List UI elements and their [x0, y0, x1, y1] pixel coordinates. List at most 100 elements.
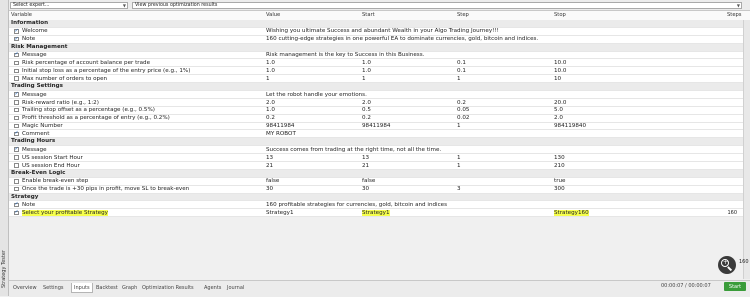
cell-stop[interactable]: 10.0: [554, 68, 566, 74]
tab-agents[interactable]: Agents: [202, 283, 223, 292]
cell-value[interactable]: Strategy1: [266, 210, 294, 216]
col-steps[interactable]: Steps: [727, 12, 742, 18]
col-start[interactable]: Start: [362, 12, 375, 18]
cell-start[interactable]: 1: [362, 76, 366, 82]
cell-step[interactable]: 1: [457, 155, 461, 161]
optimize-checkbox[interactable]: [14, 91, 19, 97]
section-header[interactable]: Information: [9, 20, 744, 28]
view-results-select[interactable]: View previous optimization results ▼: [132, 1, 742, 9]
table-row[interactable]: Risk-reward ratio (e.g., 1:2) 2.0 2.0 0.2 20…: [9, 99, 744, 107]
col-value[interactable]: Value: [266, 12, 280, 18]
table-row[interactable]: US session Start Hour 13 13 1 130: [9, 154, 744, 163]
cell-value[interactable]: false: [266, 178, 279, 184]
cell-start[interactable]: Strategy1: [362, 209, 390, 216]
cell-value[interactable]: 1.0: [266, 68, 275, 74]
cell-value[interactable]: MY ROBOT: [266, 131, 296, 137]
table-row[interactable]: Enable break-even step false false true: [9, 178, 744, 186]
optimize-checkbox[interactable]: [14, 130, 19, 137]
cell-step[interactable]: 1: [457, 76, 461, 82]
cell-stop[interactable]: Strategy160: [554, 209, 589, 216]
cell-start[interactable]: 13: [362, 155, 369, 161]
cell-step[interactable]: 0.1: [457, 60, 466, 66]
cell-stop[interactable]: 210: [554, 163, 565, 169]
cell-start[interactable]: 0.2: [362, 115, 371, 121]
cell-stop[interactable]: 10.0: [554, 60, 566, 66]
table-row[interactable]: Magic Number 98411984 98411984 1 984119840: [9, 123, 744, 131]
zoom-in-icon[interactable]: +: [718, 256, 736, 274]
cell-value[interactable]: 160 cutting-edge strategies in one power…: [266, 36, 538, 42]
cell-start[interactable]: 98411984: [362, 123, 390, 129]
table-row[interactable]: Select your profitable Strategy Strategy1…: [9, 209, 744, 218]
table-row[interactable]: US session End Hour 21 21 1 210: [9, 162, 744, 170]
cell-value[interactable]: 21: [266, 163, 273, 169]
optimize-checkbox[interactable]: [14, 115, 19, 121]
cell-value[interactable]: 0.2: [266, 115, 275, 121]
table-row[interactable]: Message Let the robot handle your emotion…: [9, 91, 744, 99]
tab-inputs[interactable]: Inputs: [71, 283, 93, 293]
optimize-checkbox[interactable]: [14, 68, 19, 74]
table-row[interactable]: Welcome Wishing you ultimate Success and …: [9, 28, 744, 36]
section-header[interactable]: Strategy: [9, 193, 744, 202]
optimize-checkbox[interactable]: [14, 123, 19, 129]
optimize-checkbox[interactable]: [14, 179, 19, 184]
col-stop[interactable]: Stop: [554, 12, 566, 18]
cell-stop[interactable]: true: [554, 178, 565, 184]
cell-value[interactable]: 1.0: [266, 107, 275, 113]
cell-stop[interactable]: 984119840: [554, 123, 586, 129]
cell-stop[interactable]: 130: [554, 155, 565, 161]
cell-start[interactable]: 1.0: [362, 68, 371, 74]
optimize-checkbox[interactable]: [14, 36, 19, 42]
section-header[interactable]: Trading Settings: [9, 83, 744, 92]
cell-step[interactable]: 1: [457, 123, 461, 129]
optimize-checkbox[interactable]: [14, 51, 19, 58]
start-button[interactable]: Start: [724, 282, 746, 291]
cell-step[interactable]: 0.2: [457, 100, 466, 106]
tab-backtest[interactable]: Backtest: [94, 283, 120, 292]
table-row[interactable]: Max number of orders to open 1 1 1 10: [9, 75, 744, 84]
cell-stop[interactable]: 20.0: [554, 100, 566, 106]
optimize-checkbox[interactable]: [14, 146, 19, 152]
cell-value[interactable]: 1.0: [266, 60, 275, 66]
cell-step[interactable]: 0.02: [457, 115, 469, 121]
cell-value[interactable]: Risk management is the key to Success in…: [266, 52, 424, 58]
cell-start[interactable]: 21: [362, 163, 369, 169]
table-row[interactable]: Comment MY ROBOT: [9, 130, 744, 139]
cell-value[interactable]: 30: [266, 186, 273, 192]
section-header[interactable]: Trading Hours: [9, 138, 744, 147]
cell-value[interactable]: Success comes from trading at the right …: [266, 147, 441, 153]
tab-settings[interactable]: Settings: [41, 283, 66, 292]
cell-start[interactable]: 2.0: [362, 100, 371, 106]
cell-value[interactable]: 98411984: [266, 123, 294, 129]
optimize-checkbox[interactable]: [14, 209, 19, 216]
vertical-scrollbar[interactable]: [743, 20, 750, 279]
expert-select[interactable]: Select expert... ▼: [10, 1, 128, 9]
table-row[interactable]: Note 160 cutting-edge strategies in one p…: [9, 36, 744, 44]
table-row[interactable]: Profit threshold as a percentage of entr…: [9, 115, 744, 123]
col-step[interactable]: Step: [457, 12, 469, 18]
cell-value[interactable]: 2.0: [266, 100, 275, 106]
optimize-checkbox[interactable]: [14, 100, 19, 105]
cell-stop[interactable]: 2.0: [554, 115, 563, 121]
optimize-checkbox[interactable]: [14, 163, 19, 168]
cell-start[interactable]: false: [362, 178, 375, 184]
cell-value[interactable]: 160 profitable strategies for currencies…: [266, 202, 447, 208]
optimize-checkbox[interactable]: [14, 201, 19, 208]
col-variable[interactable]: Variable: [11, 12, 32, 18]
cell-stop[interactable]: 300: [554, 186, 565, 192]
optimize-checkbox[interactable]: [14, 186, 19, 192]
cell-value[interactable]: Wishing you ultimate Success and abundan…: [266, 28, 499, 34]
section-header[interactable]: Risk Management: [9, 43, 744, 52]
cell-value[interactable]: 13: [266, 155, 273, 161]
cell-step[interactable]: 1: [457, 163, 461, 169]
tab-journal[interactable]: Journal: [225, 283, 246, 292]
cell-step[interactable]: 3: [457, 186, 461, 192]
table-row[interactable]: Message Risk management is the key to Suc…: [9, 51, 744, 60]
table-row[interactable]: Trailing stop offset as a percentage (e.…: [9, 107, 744, 115]
tab-graph[interactable]: Graph: [120, 283, 139, 292]
cell-stop[interactable]: 5.0: [554, 107, 563, 113]
table-row[interactable]: Once the trade is +30 pips in profit, mo…: [9, 186, 744, 194]
cell-step[interactable]: 0.1: [457, 68, 466, 74]
cell-value[interactable]: Let the robot handle your emotions.: [266, 92, 367, 98]
table-row[interactable]: Risk percentage of account balance per t…: [9, 59, 744, 68]
tab-optimization-results[interactable]: Optimization Results: [140, 283, 196, 292]
